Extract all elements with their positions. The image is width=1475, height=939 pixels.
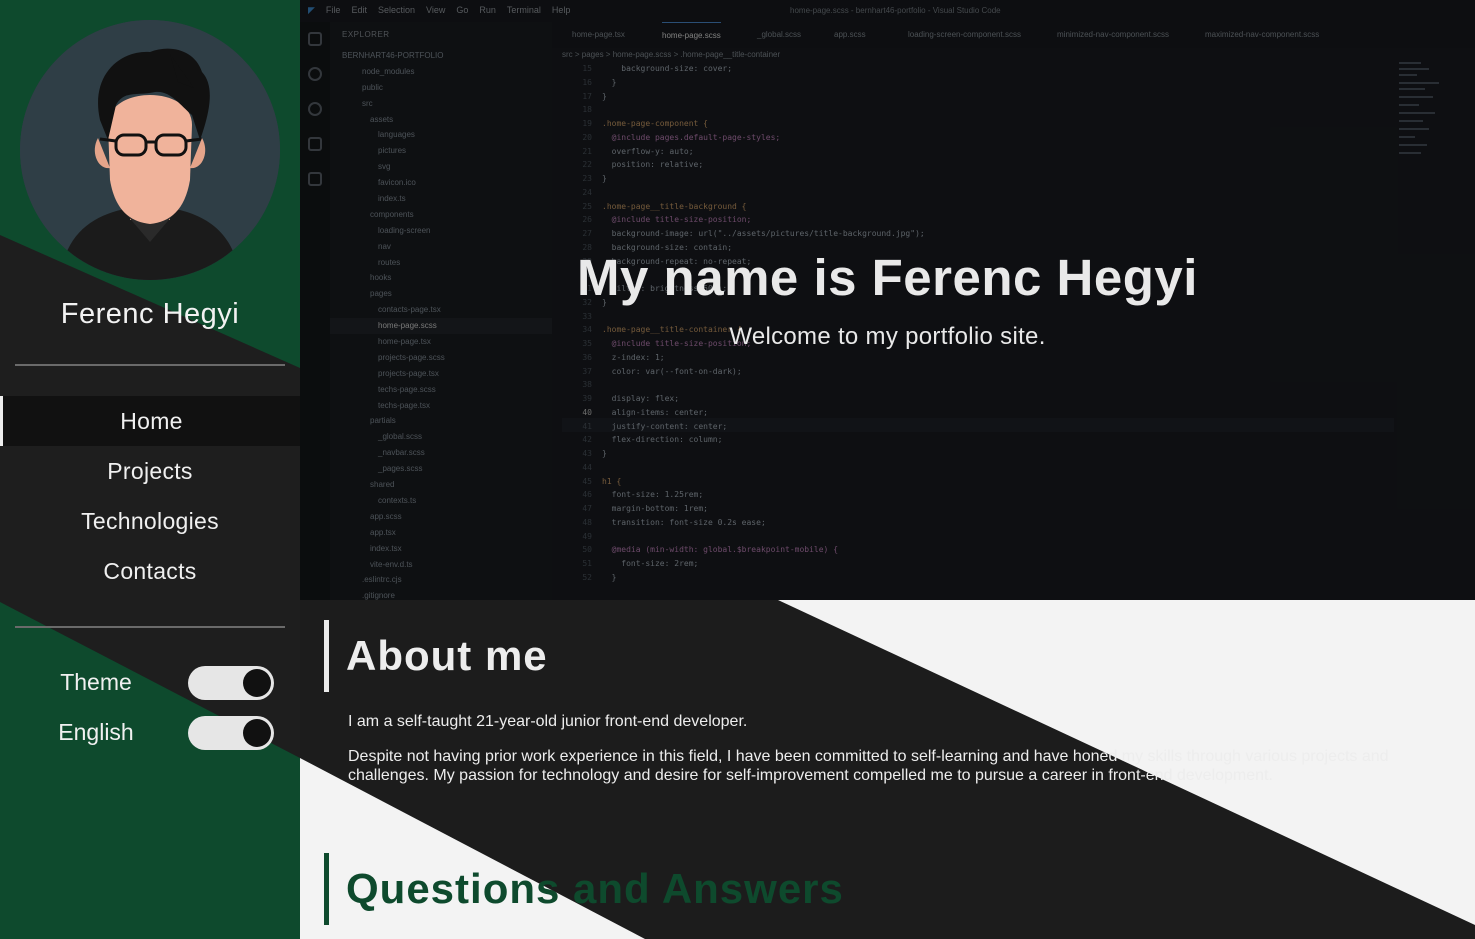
sidebar: Ferenc Hegyi Home Projects Technologies … [0,0,300,939]
about-paragraph: I am a self-taught 21-year-old junior fr… [348,713,748,730]
nav-item-contacts[interactable]: Contacts [0,546,300,596]
divider-bottom [15,626,285,628]
hero-title: My name is Ferenc Hegyi [577,249,1198,306]
qa-heading-text: Questions and Answers [346,865,844,912]
language-toggle-knob [243,719,271,747]
language-toggle-row: English [0,716,300,752]
hero-subtitle: Welcome to my portfolio site. [729,323,1046,350]
about-paragraph: Despite not having prior work experience… [348,748,1389,784]
hero-section: ◤ File Edit Selection View Go Run Termin… [300,0,1475,600]
nav-item-technologies[interactable]: Technologies [0,496,300,546]
language-toggle-label: English [58,719,134,745]
owner-name: Ferenc Hegyi [60,298,240,330]
content-section: About me I am a self-taught 21-year-old … [300,600,1475,939]
qa-heading: Questions and Answers [324,853,844,925]
avatar-illustration [20,20,280,280]
about-heading: About me [324,620,548,692]
nav-item-home[interactable]: Home [0,396,300,446]
theme-toggle-label: Theme [60,669,132,695]
language-toggle[interactable] [188,716,274,750]
theme-toggle[interactable] [188,666,274,700]
theme-toggle-row: Theme [0,666,300,702]
avatar [20,20,280,280]
theme-toggle-knob [243,669,271,697]
nav-item-projects[interactable]: Projects [0,446,300,496]
divider-top [15,364,285,366]
main-nav: Home Projects Technologies Contacts [0,396,300,596]
